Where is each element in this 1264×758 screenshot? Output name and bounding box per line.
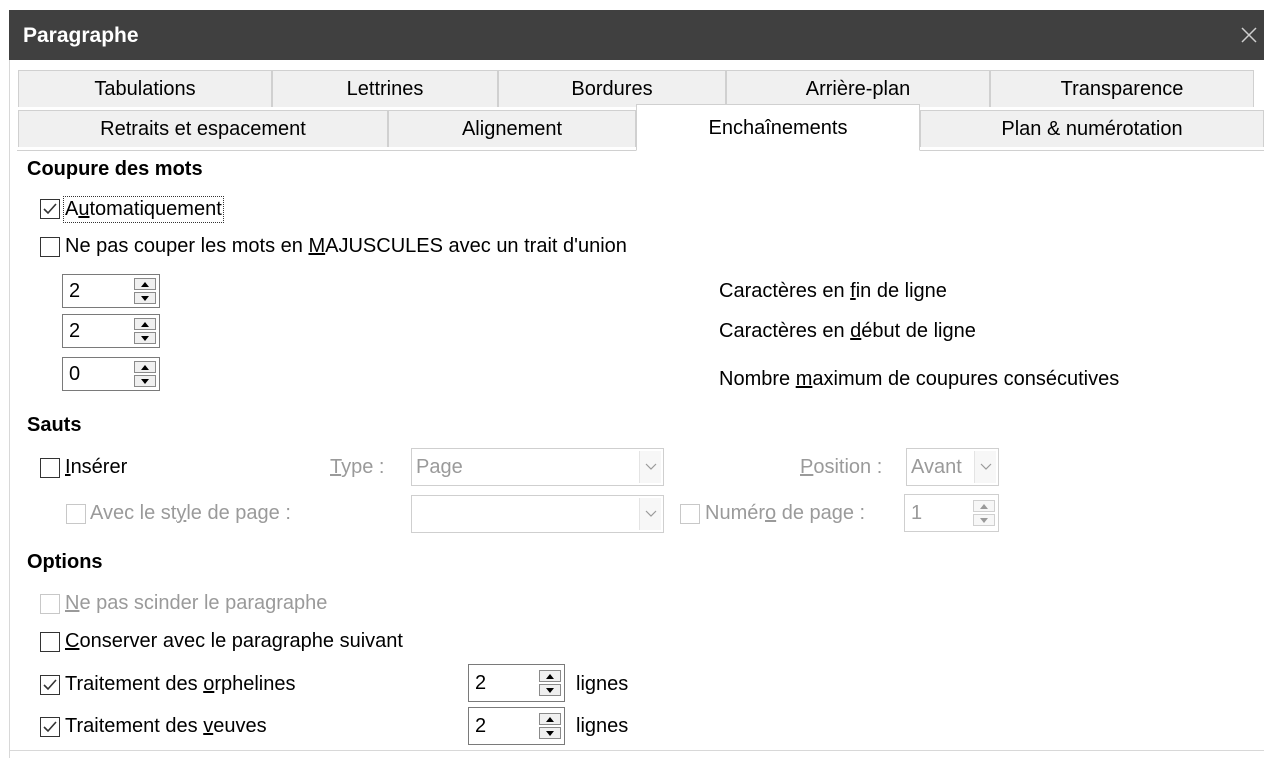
orphans-unit: lignes (576, 673, 629, 695)
page-style-label[interactable]: Avec le style de page : (90, 502, 291, 525)
chevron-down-icon[interactable] (974, 451, 996, 483)
orphans-checkbox[interactable] (40, 675, 60, 695)
spin-up-button[interactable] (134, 361, 156, 373)
spin-down-button[interactable] (134, 332, 156, 344)
tab-alignement[interactable]: Alignement (388, 110, 636, 147)
break-position-dropdown[interactable]: Avant (906, 448, 999, 486)
insert-break-checkbox[interactable] (40, 458, 60, 478)
window-title: Paragraphe (23, 24, 139, 47)
options-heading: Options (27, 551, 103, 573)
end-chars-value: 2 (69, 280, 81, 302)
break-type-dropdown[interactable]: Page (411, 448, 664, 486)
orphans-spinbox[interactable]: 2 (468, 664, 565, 702)
keep-next-label[interactable]: Conserver avec le paragraphe suivant (65, 630, 403, 653)
widows-checkbox[interactable] (40, 717, 60, 737)
page-number-checkbox[interactable] (680, 504, 700, 524)
break-position-value: Avant (911, 456, 962, 478)
close-icon[interactable] (1239, 25, 1259, 45)
begin-chars-label: Caractères en début de ligne (719, 320, 976, 342)
page-style-dropdown[interactable] (411, 495, 664, 533)
spin-up-button[interactable] (973, 500, 995, 512)
chevron-down-icon[interactable] (639, 498, 661, 530)
max-hyphens-value: 0 (69, 363, 81, 385)
keep-next-checkbox[interactable] (40, 632, 60, 652)
end-chars-spinbox[interactable]: 2 (62, 274, 160, 308)
spin-down-button[interactable] (134, 375, 156, 387)
tab-transparence[interactable]: Transparence (990, 70, 1254, 107)
insert-break-label[interactable]: Insérer (65, 456, 127, 479)
caps-hyphenation-label[interactable]: Ne pas couper les mots en MAJUSCULES ave… (65, 235, 627, 258)
orphans-value: 2 (475, 672, 487, 694)
dialog-bottom-edge (9, 750, 1264, 751)
no-split-label[interactable]: Ne pas scinder le paragraphe (65, 592, 327, 615)
title-bar: Paragraphe (9, 10, 1264, 60)
spin-up-button[interactable] (539, 670, 561, 682)
widows-spinbox[interactable]: 2 (468, 707, 565, 745)
orphans-label[interactable]: Traitement des orphelines (65, 673, 296, 696)
max-hyphens-spinbox[interactable]: 0 (62, 357, 160, 391)
begin-chars-value: 2 (69, 320, 81, 342)
auto-hyphenation-label[interactable]: Automatiquement (63, 196, 224, 223)
tab-tabulations[interactable]: Tabulations (18, 70, 272, 107)
page-number-spinbox[interactable]: 1 (904, 494, 999, 532)
spin-down-button[interactable] (539, 727, 561, 739)
tab-arriere-plan[interactable]: Arrière-plan (726, 70, 990, 107)
check-icon (43, 721, 57, 733)
tab-plan-numerotation[interactable]: Plan & numérotation (920, 110, 1264, 147)
tab-retraits-espacement[interactable]: Retraits et espacement (18, 110, 388, 147)
spin-up-button[interactable] (539, 713, 561, 725)
spin-up-button[interactable] (134, 278, 156, 290)
page-number-label[interactable]: Numéro de page : (705, 502, 865, 525)
auto-hyphenation-checkbox[interactable] (40, 199, 60, 219)
no-split-checkbox[interactable] (40, 594, 60, 614)
check-icon (43, 679, 57, 691)
breaks-heading: Sauts (27, 414, 82, 436)
spin-down-button[interactable] (134, 292, 156, 304)
spin-down-button[interactable] (973, 514, 995, 526)
widows-label[interactable]: Traitement des veuves (65, 715, 267, 738)
widows-value: 2 (475, 715, 487, 737)
tab-enchainements[interactable]: Enchaînements (636, 104, 920, 151)
hyphenation-heading: Coupure des mots (27, 158, 203, 180)
page-style-checkbox[interactable] (66, 504, 86, 524)
begin-chars-spinbox[interactable]: 2 (62, 314, 160, 348)
break-type-value: Page (416, 456, 463, 478)
max-hyphens-label: Nombre maximum de coupures consécutives (719, 368, 1120, 390)
break-position-label: Position : (800, 456, 883, 478)
page-number-value: 1 (911, 502, 923, 524)
spin-down-button[interactable] (539, 684, 561, 696)
spin-up-button[interactable] (134, 318, 156, 330)
break-type-label: Type : (330, 456, 385, 478)
widows-unit: lignes (576, 715, 629, 737)
tab-lettrines[interactable]: Lettrines (272, 70, 498, 107)
tab-bordures[interactable]: Bordures (498, 70, 726, 107)
check-icon (43, 203, 57, 215)
chevron-down-icon[interactable] (639, 451, 661, 483)
caps-hyphenation-checkbox[interactable] (40, 237, 60, 257)
end-chars-label: Caractères en fin de ligne (719, 280, 947, 302)
